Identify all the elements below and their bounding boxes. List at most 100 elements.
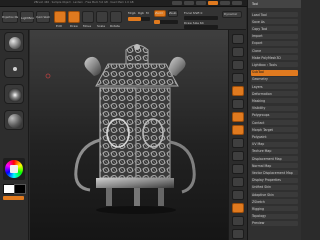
alpha-selector[interactable] bbox=[4, 84, 24, 104]
tray-item[interactable]: Texture Map bbox=[252, 149, 271, 153]
lantern-model bbox=[45, 44, 196, 214]
tray-item[interactable]: Contact bbox=[252, 121, 264, 125]
menu-button-3[interactable] bbox=[196, 1, 206, 5]
leg-left bbox=[106, 188, 112, 206]
menu-button-5[interactable] bbox=[220, 1, 230, 5]
zadd-label: Zadd bbox=[155, 11, 163, 15]
xyz-button[interactable] bbox=[232, 151, 244, 161]
scale-button[interactable] bbox=[96, 11, 108, 23]
tray-item[interactable]: Topology bbox=[252, 214, 266, 218]
polyf-button[interactable] bbox=[232, 203, 244, 213]
move-button[interactable] bbox=[82, 11, 94, 23]
cursor-marker bbox=[45, 73, 51, 79]
tray-item[interactable]: SubTool bbox=[252, 70, 264, 74]
stroke-selector[interactable] bbox=[4, 58, 24, 78]
scroll-button[interactable] bbox=[232, 60, 244, 70]
draw-label: Draw bbox=[70, 24, 78, 28]
tray-item[interactable]: Save As bbox=[252, 20, 265, 24]
secondary-color-swatch[interactable] bbox=[14, 184, 26, 194]
tray-item[interactable]: UV Map bbox=[252, 142, 264, 146]
tray-item[interactable]: Export bbox=[252, 41, 262, 45]
leg-right bbox=[158, 188, 164, 206]
color-center bbox=[10, 165, 18, 173]
right-shelf bbox=[228, 30, 247, 240]
tray-item[interactable]: Masking bbox=[252, 99, 265, 103]
mrgb-label[interactable]: Mrgb bbox=[128, 11, 136, 15]
menu-button-6[interactable] bbox=[232, 1, 242, 5]
edit-label: Edit bbox=[56, 24, 62, 28]
material-selector[interactable] bbox=[4, 110, 24, 130]
tray-item[interactable]: Morph Target bbox=[252, 128, 273, 132]
tray-item[interactable]: Display Properties bbox=[252, 178, 281, 182]
standard-brush-icon bbox=[9, 37, 21, 49]
draw-size-slider[interactable] bbox=[184, 25, 218, 29]
alpha-icon bbox=[8, 88, 22, 102]
projection-master-label: Projection Master bbox=[2, 16, 18, 19]
bpr-button[interactable] bbox=[232, 34, 244, 44]
rgb-label[interactable]: Rgb bbox=[138, 11, 144, 15]
base bbox=[96, 178, 174, 188]
tray-item[interactable]: Make PolyMesh3D bbox=[252, 56, 281, 60]
tray-item[interactable]: Geometry bbox=[252, 77, 268, 81]
rotate-label: Rotate bbox=[110, 24, 120, 28]
local-button[interactable] bbox=[232, 138, 244, 148]
material-ball-icon bbox=[8, 114, 22, 128]
dynamic-label: Dynamic bbox=[224, 12, 238, 16]
transp-button[interactable] bbox=[232, 216, 244, 226]
tray-item[interactable]: Displacement Map bbox=[252, 157, 282, 161]
tray-item[interactable]: Clone bbox=[252, 49, 261, 53]
tray-item[interactable]: Rigging bbox=[252, 207, 264, 211]
persp-button[interactable] bbox=[232, 112, 244, 122]
move-view-button[interactable] bbox=[232, 177, 244, 187]
tray-item[interactable]: Lightbox › Tools bbox=[252, 63, 277, 67]
tray-item[interactable]: Preview bbox=[252, 221, 264, 225]
tray-item[interactable]: Layers bbox=[252, 85, 263, 89]
tray-item[interactable]: Unified Skin bbox=[252, 185, 271, 189]
tray-item[interactable]: Visibility bbox=[252, 106, 265, 110]
tool-palette-tray: Tool Load Tool Save As Copy Tool Import Expo… bbox=[247, 0, 301, 240]
scale-view-button[interactable] bbox=[232, 190, 244, 200]
window-title: ZBrush 4R2 · Sample Object · Lantern · F… bbox=[34, 1, 134, 4]
document-canvas[interactable] bbox=[30, 30, 244, 240]
menu-button-4[interactable] bbox=[208, 1, 218, 5]
spix-button[interactable] bbox=[232, 47, 244, 57]
m-label[interactable]: M bbox=[146, 11, 149, 15]
leg-center bbox=[134, 188, 140, 208]
lightbox-label: LightBox bbox=[21, 16, 35, 20]
scale-label: Scale bbox=[97, 24, 106, 28]
brush-selector[interactable] bbox=[4, 32, 24, 52]
menu-button-1[interactable] bbox=[172, 1, 182, 5]
zsub-label: Zsub bbox=[169, 11, 177, 15]
edit-button[interactable] bbox=[54, 11, 66, 23]
frame-button[interactable] bbox=[232, 164, 244, 174]
tray-item[interactable]: Vector Displacement Map bbox=[252, 171, 293, 175]
actual-button[interactable] bbox=[232, 86, 244, 96]
tray-item[interactable]: Polygroups bbox=[252, 113, 269, 117]
aahalf-button[interactable] bbox=[232, 99, 244, 109]
tray-item[interactable]: ZSketch bbox=[252, 200, 265, 204]
tray-item[interactable]: Polypaint bbox=[252, 135, 267, 139]
focal-shift-label: Focal Shift 0 bbox=[184, 11, 203, 15]
color-picker[interactable] bbox=[3, 158, 25, 180]
tray-item[interactable]: Normal Map bbox=[252, 164, 271, 168]
menu-button-2[interactable] bbox=[184, 1, 194, 5]
rgb-intensity-slider[interactable] bbox=[128, 17, 150, 21]
z-intensity-slider[interactable] bbox=[154, 20, 178, 24]
tray-item[interactable]: Copy Tool bbox=[252, 27, 267, 31]
tray-item[interactable]: Deformation bbox=[252, 92, 272, 96]
tray-item[interactable]: Adaptive Skin bbox=[252, 193, 274, 197]
zbrush-window: ZBrush 4R2 · Sample Object · Lantern · F… bbox=[0, 0, 301, 240]
left-shelf bbox=[0, 30, 29, 240]
switch-color-button[interactable] bbox=[3, 196, 24, 200]
tray-item[interactable]: Import bbox=[252, 34, 263, 38]
lantern-body-left bbox=[99, 87, 137, 179]
floor-button[interactable] bbox=[232, 125, 244, 135]
solo-button[interactable] bbox=[232, 229, 244, 239]
focal-shift-slider[interactable] bbox=[184, 16, 218, 20]
zoom-button[interactable] bbox=[232, 73, 244, 83]
draw-button[interactable] bbox=[68, 11, 80, 23]
floor-shadow bbox=[96, 206, 176, 214]
tray-header-label: Tool bbox=[252, 2, 259, 6]
rotate-button[interactable] bbox=[110, 11, 122, 23]
tray-item[interactable]: Load Tool bbox=[252, 13, 267, 17]
